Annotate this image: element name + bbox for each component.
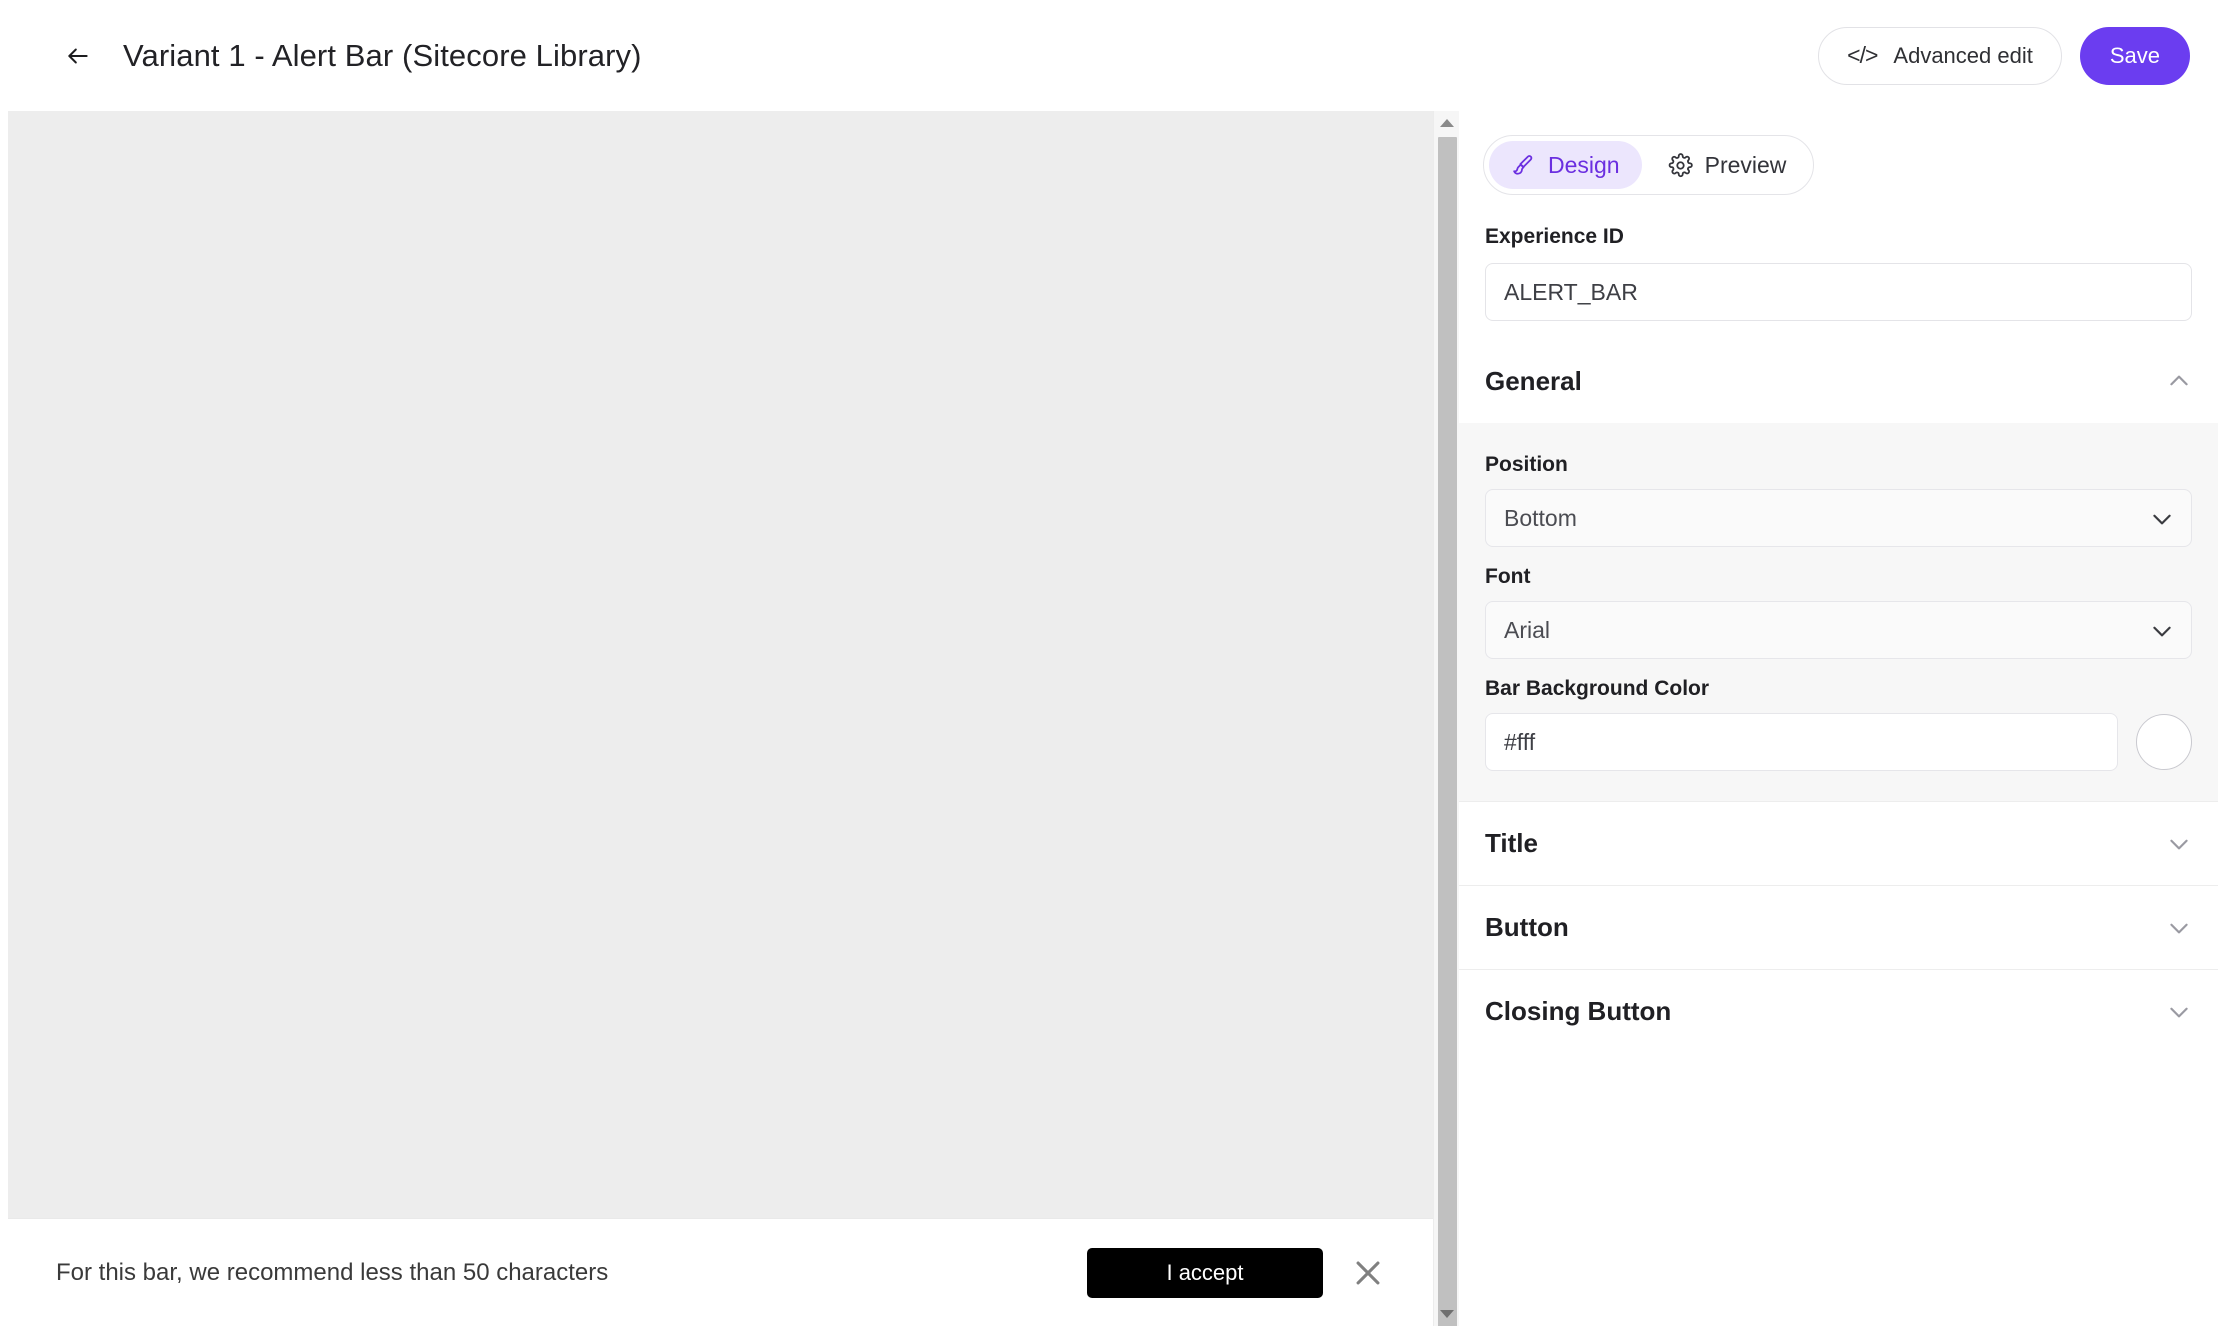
panel-tab-group: Design Preview (1483, 135, 1814, 195)
section-title-title: Title (1485, 828, 1538, 859)
chevron-down-icon (2149, 506, 2175, 532)
settings-panel: Design Preview Experience ID General (1459, 111, 2218, 1326)
chevron-down-icon (2149, 618, 2175, 644)
advanced-edit-label: Advanced edit (1893, 43, 2032, 69)
arrow-left-icon (65, 43, 91, 69)
canvas-left-margin (0, 111, 8, 1326)
field-font: Font Arial (1485, 565, 2192, 659)
chevron-up-icon (2166, 368, 2192, 394)
canvas-scrollbar[interactable] (1433, 111, 1459, 1326)
advanced-edit-button[interactable]: </> Advanced edit (1818, 27, 2062, 85)
section-body-general: Position Bottom Font Arial B (1459, 423, 2218, 801)
position-select[interactable]: Bottom (1485, 489, 2192, 547)
section-header-title[interactable]: Title (1459, 801, 2218, 885)
alert-bar-actions: I accept (1087, 1248, 1391, 1298)
section-header-button[interactable]: Button (1459, 885, 2218, 969)
field-bar-background-color: Bar Background Color (1485, 677, 2192, 771)
scrollbar-thumb[interactable] (1438, 137, 1457, 1326)
chevron-down-icon (2166, 999, 2192, 1025)
scroll-down-arrow-icon[interactable] (1434, 1302, 1460, 1326)
close-icon (1351, 1256, 1385, 1290)
experience-id-block: Experience ID (1459, 195, 2218, 321)
tab-design-label: Design (1548, 152, 1620, 179)
close-alert-button[interactable] (1345, 1250, 1391, 1296)
alert-bar-message: For this bar, we recommend less than 50 … (56, 1259, 608, 1287)
accept-button[interactable]: I accept (1087, 1248, 1323, 1298)
tab-preview[interactable]: Preview (1646, 141, 1809, 189)
app-root: Variant 1 - Alert Bar (Sitecore Library)… (0, 0, 2218, 1326)
font-label: Font (1485, 565, 2192, 589)
page-title: Variant 1 - Alert Bar (Sitecore Library) (123, 38, 642, 74)
code-icon: </> (1847, 44, 1877, 67)
field-position: Position Bottom (1485, 453, 2192, 547)
chevron-down-icon (2166, 831, 2192, 857)
font-value: Arial (1504, 617, 1550, 644)
section-title-general: General (1485, 366, 1582, 397)
gear-icon (1668, 153, 1693, 178)
preview-canvas-area: For this bar, we recommend less than 50 … (0, 111, 1459, 1326)
color-swatch-button[interactable] (2136, 714, 2192, 770)
save-button[interactable]: Save (2080, 27, 2190, 85)
font-select[interactable]: Arial (1485, 601, 2192, 659)
scroll-up-arrow-icon[interactable] (1434, 111, 1460, 135)
chevron-down-icon (2166, 915, 2192, 941)
experience-id-input[interactable] (1485, 263, 2192, 321)
section-title-button: Button (1485, 912, 1569, 943)
header-actions: </> Advanced edit Save (1818, 27, 2190, 85)
alert-bar-preview: For this bar, we recommend less than 50 … (8, 1218, 1433, 1326)
preview-canvas[interactable] (8, 111, 1433, 1218)
tab-preview-label: Preview (1705, 152, 1787, 179)
section-title-closing-button: Closing Button (1485, 996, 1671, 1027)
position-label: Position (1485, 453, 2192, 477)
tab-design[interactable]: Design (1489, 141, 1642, 189)
experience-id-label: Experience ID (1485, 225, 2192, 249)
color-control-row (1485, 713, 2192, 771)
bar-background-color-input[interactable] (1485, 713, 2118, 771)
brush-icon (1511, 153, 1536, 178)
section-header-closing-button[interactable]: Closing Button (1459, 969, 2218, 1053)
bar-background-color-label: Bar Background Color (1485, 677, 2192, 701)
section-header-general[interactable]: General (1459, 339, 2218, 423)
top-header-bar: Variant 1 - Alert Bar (Sitecore Library)… (0, 0, 2218, 111)
position-value: Bottom (1504, 505, 1577, 532)
back-button[interactable] (55, 33, 101, 79)
